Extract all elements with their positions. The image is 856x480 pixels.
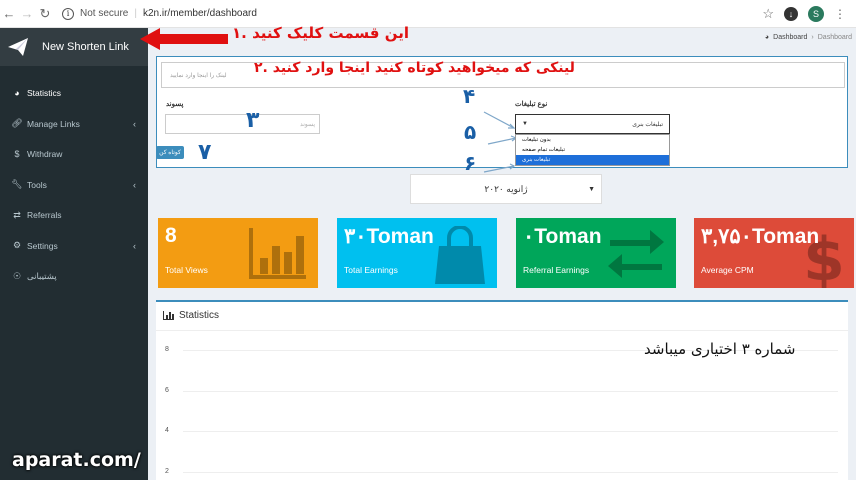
grid-line	[183, 391, 838, 392]
info-icon[interactable]: i	[62, 7, 74, 20]
stat-box-total-earnings: ۳۰Toman Total Earnings	[337, 218, 497, 288]
statistics-panel: Statistics 8 6 4 2	[156, 300, 848, 480]
stat-box-total-views: 8 Total Views	[158, 218, 318, 288]
breadcrumb-current: Dashboard	[817, 34, 852, 41]
sidebar-item-label: پشتیبانی	[27, 270, 57, 281]
alias-label: پسوند	[166, 101, 184, 108]
caret-down-icon: ▼	[588, 185, 595, 193]
watermark: aparat.com/	[12, 449, 141, 471]
grid-line	[183, 431, 838, 432]
wrench-icon: 🔧︎	[11, 179, 23, 190]
url-separator: |	[134, 8, 137, 19]
y-tick: 4	[165, 427, 169, 434]
cogs-icon: ⚙	[12, 240, 22, 251]
sidebar-item-label: Referrals	[27, 210, 62, 221]
star-icon[interactable]: ☆	[762, 6, 774, 22]
annotation-step-1: ۱. این قسمت کلیک کنید	[232, 24, 409, 42]
stat-value: ۳,۷۵۰Toman	[701, 225, 820, 248]
annotation-optional-note: شماره ۳ اختیاری میباشد	[644, 340, 796, 358]
paper-plane-icon	[8, 38, 28, 56]
statistics-title: Statistics	[179, 310, 220, 321]
sidebar-item-referrals[interactable]: ⇄ Referrals	[0, 200, 148, 231]
back-icon[interactable]: ←	[0, 6, 18, 21]
shopping-bag-icon	[435, 226, 485, 284]
sidebar: New Shorten Link ◕ Statistics 🔗︎ Manage …	[0, 28, 148, 480]
stat-value: 8	[165, 224, 177, 247]
new-shorten-link-button[interactable]: New Shorten Link	[0, 28, 148, 66]
download-icon[interactable]: ↓	[784, 6, 798, 21]
alias-input[interactable]: پسوند	[165, 114, 320, 134]
sidebar-item-label: Tools	[27, 179, 47, 190]
annotation-step-2: ۲. لینکی که میخواهید کوتاه کنید اینجا وا…	[254, 60, 575, 76]
screen: ← → ↻ i Not secure | k2n.ir/member/dashb…	[0, 0, 856, 480]
forward-icon[interactable]: →	[18, 6, 36, 21]
shorten-button[interactable]: کوتاه کن	[156, 146, 184, 159]
breadcrumb-home[interactable]: Dashboard	[773, 34, 807, 41]
breadcrumb-separator: ›	[811, 34, 814, 41]
security-label: Not secure	[80, 8, 129, 19]
bar-chart-icon	[249, 228, 306, 279]
url-text[interactable]: k2n.ir/member/dashboard	[143, 8, 257, 19]
sidebar-menu: ◕ Statistics 🔗︎ Manage Links ‹ $ Withdra…	[0, 78, 148, 292]
ad-option-fullpage[interactable]: تبلیغات تمام صفحه	[516, 145, 669, 155]
annotation-number-7: ۷	[198, 140, 212, 165]
stat-box-referral-earnings: ۰Toman Referral Earnings	[516, 218, 676, 288]
sidebar-item-label: Statistics	[27, 88, 62, 99]
ad-type-options: بدون تبلیغات تبلیغات تمام صفحه تبلیغات ب…	[515, 134, 670, 166]
main-content: ◕ Dashboard › Dashboard لینک را اینجا وا…	[148, 28, 856, 480]
stat-value: ۳۰Toman	[344, 225, 434, 248]
sidebar-item-manage-links[interactable]: 🔗︎ Manage Links ‹	[0, 109, 148, 140]
dashboard-icon: ◕	[14, 88, 20, 99]
sidebar-item-label: Manage Links	[27, 118, 80, 129]
statistics-header: Statistics	[163, 310, 219, 321]
dollar-icon: $	[14, 149, 20, 160]
browser-toolbar: ← → ↻ i Not secure | k2n.ir/member/dashb…	[0, 0, 856, 28]
chevron-left-icon: ‹	[133, 240, 136, 251]
sidebar-item-label: Settings	[27, 240, 58, 251]
sidebar-item-label: Withdraw	[27, 149, 63, 160]
chevron-left-icon: ‹	[133, 118, 136, 129]
y-tick: 2	[165, 468, 169, 475]
exchange-icon: ⇄	[13, 209, 21, 220]
ad-type-selected: تبلیغات بنری	[632, 121, 663, 128]
home-icon: ◕	[764, 34, 770, 41]
annotation-number-3: ۳	[246, 108, 260, 133]
stat-label: Average CPM	[701, 265, 754, 275]
sidebar-item-tools[interactable]: 🔧︎ Tools ‹	[0, 170, 148, 201]
divider	[156, 330, 848, 331]
reload-icon[interactable]: ↻	[36, 6, 54, 22]
sidebar-item-statistics[interactable]: ◕ Statistics	[0, 78, 148, 109]
breadcrumb: ◕ Dashboard › Dashboard	[765, 34, 852, 41]
stat-label: Referral Earnings	[523, 265, 590, 275]
ad-option-none[interactable]: بدون تبلیغات	[516, 135, 669, 145]
chevron-left-icon: ‹	[133, 179, 136, 190]
month-select-value: ژانویه ۲۰۲۰	[484, 183, 528, 194]
stat-box-average-cpm: ۳,۷۵۰Toman Average CPM $	[694, 218, 854, 288]
stat-value: ۰Toman	[523, 225, 602, 248]
red-arrow-annotation	[140, 28, 228, 50]
address-bar[interactable]: i Not secure | k2n.ir/member/dashboard	[62, 7, 257, 20]
y-tick: 6	[165, 387, 169, 394]
brand-label: New Shorten Link	[42, 41, 129, 53]
exchange-arrows-icon	[608, 230, 664, 278]
y-tick: 8	[165, 346, 169, 353]
link-icon: 🔗︎	[11, 118, 23, 129]
bar-chart-icon	[163, 311, 174, 320]
sidebar-item-settings[interactable]: ⚙ Settings ‹	[0, 231, 148, 262]
sidebar-item-withdraw[interactable]: $ Withdraw	[0, 139, 148, 170]
stat-label: Total Earnings	[344, 265, 398, 275]
stat-label: Total Views	[165, 265, 208, 275]
avatar[interactable]: S	[808, 5, 824, 22]
support-icon: ☉	[12, 270, 22, 281]
ad-type-select[interactable]: ▼ تبلیغات بنری	[515, 114, 670, 134]
menu-dots-icon[interactable]: ⋮	[834, 7, 846, 21]
ad-option-banner[interactable]: تبلیغات بنری	[516, 155, 669, 165]
grid-line	[183, 472, 838, 473]
sidebar-item-support[interactable]: ☉ پشتیبانی	[0, 261, 148, 292]
